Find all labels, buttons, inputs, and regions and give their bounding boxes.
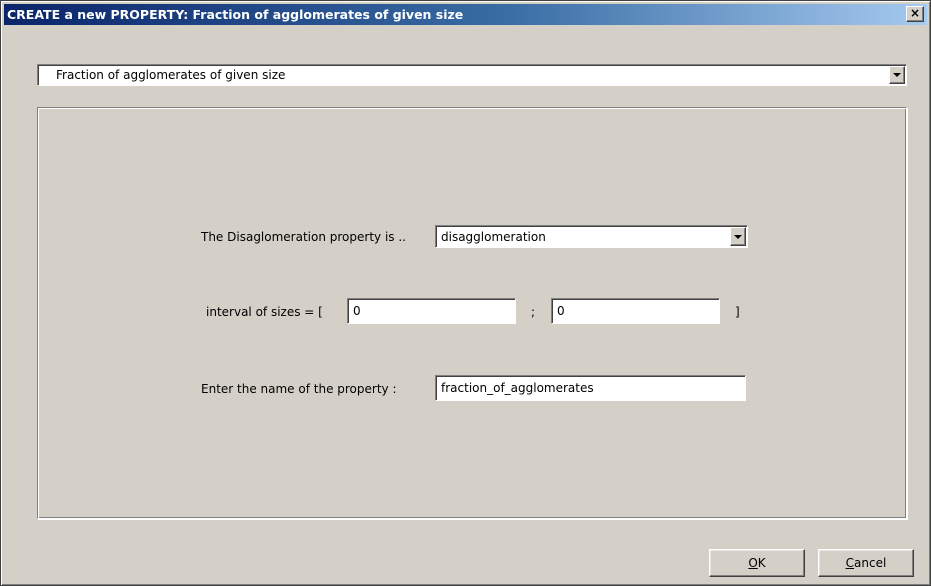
cancel-label-rest: ancel [854,556,887,570]
disagglomeration-label: The Disaglomeration property is .. [201,230,406,244]
chevron-down-icon [893,73,901,77]
disagglomeration-value: disagglomeration [441,229,546,244]
disagglomeration-dropdown[interactable]: disagglomeration [435,225,748,248]
window-title: CREATE a new PROPERTY: Fraction of agglo… [7,7,464,22]
interval-separator: ; [531,305,536,319]
property-name-input[interactable]: fraction_of_agglomerates [435,375,746,401]
ok-label-rest: K [757,556,766,570]
ok-mnemonic: O [748,556,758,570]
interval-label: interval of sizes = [ [206,305,323,319]
property-name-label: Enter the name of the property : [201,382,397,396]
property-type-dropdown[interactable]: Fraction of agglomerates of given size [37,64,907,86]
interval-max-input[interactable]: 0 [551,298,720,324]
cancel-button[interactable]: Cancel [818,549,914,577]
dialog-window: CREATE a new PROPERTY: Fraction of agglo… [0,0,931,586]
property-type-dropdown-button[interactable] [889,66,905,84]
property-type-value: Fraction of agglomerates of given size [56,68,286,82]
interval-min-input[interactable]: 0 [347,298,516,324]
close-button[interactable]: × [906,6,924,22]
title-bar[interactable]: CREATE a new PROPERTY: Fraction of agglo… [4,4,927,25]
chevron-down-icon [734,234,742,239]
cancel-mnemonic: C [845,556,855,570]
ok-button[interactable]: OK [709,549,805,577]
interval-close-bracket: ] [735,305,740,319]
disagglomeration-dropdown-button[interactable] [730,227,746,246]
close-icon: × [909,6,921,20]
